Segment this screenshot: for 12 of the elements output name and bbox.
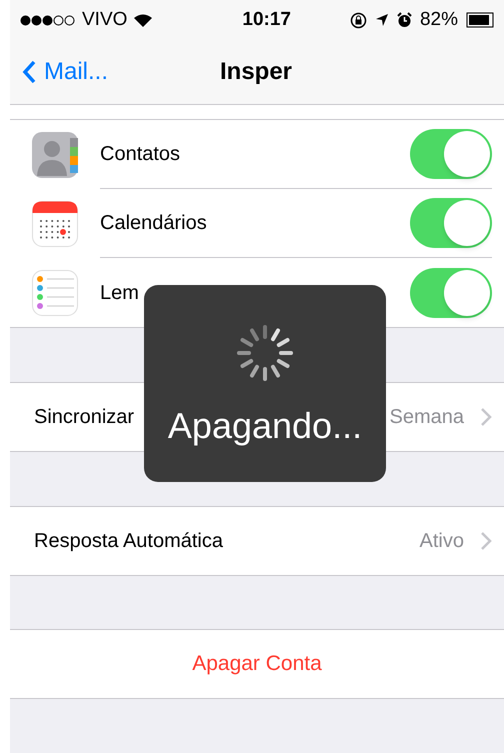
toast-text: Apagando... — [168, 404, 362, 448]
nav-title: Insper — [220, 57, 292, 87]
setting-value: Ativo — [420, 529, 464, 554]
setting-label: Resposta Automática — [34, 529, 223, 554]
carrier-name: VIVO — [82, 8, 128, 32]
setting-label: Calendários — [100, 211, 207, 236]
status-time: 10:17 — [242, 8, 291, 32]
battery-percent: 82% — [420, 8, 458, 32]
setting-value: Semana — [390, 405, 464, 430]
setting-label: Sincronizar — [34, 405, 134, 430]
setting-label: Lem — [100, 280, 139, 306]
setting-label: Contatos — [100, 142, 180, 167]
